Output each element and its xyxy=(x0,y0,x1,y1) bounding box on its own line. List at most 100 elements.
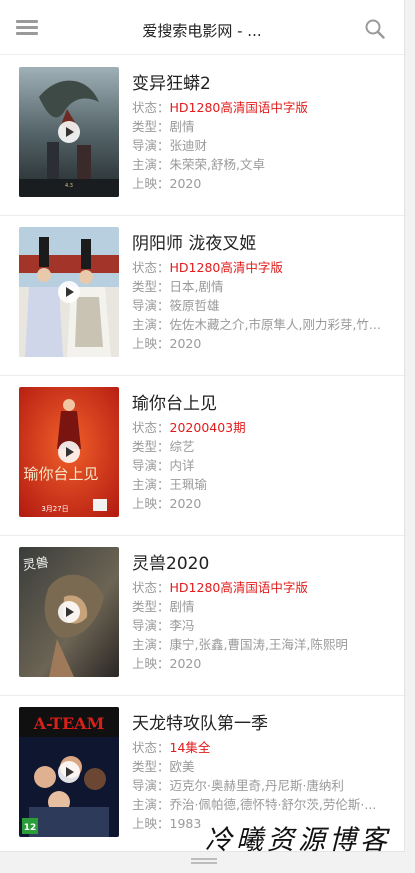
director-row: 导演：内详 xyxy=(132,456,394,475)
poster-caption: 4.3 xyxy=(65,183,73,189)
release-row: 上映：2020 xyxy=(132,174,394,193)
director-value: 李冯 xyxy=(169,618,195,633)
status-row: 状态：HD1280高清国语中字版 xyxy=(132,98,394,117)
director-row: 导演：李冯 xyxy=(132,616,394,635)
movie-poster[interactable]: A-TEAM 12 xyxy=(19,707,119,837)
status-value: 14集全 xyxy=(169,740,211,755)
status-row: 状态：HD1280高清中字版 xyxy=(132,258,394,277)
release-value: 1983 xyxy=(169,816,202,831)
cast-row: 主演：康宁,张鑫,曹国涛,王海洋,陈熙明 xyxy=(132,635,394,654)
movie-title[interactable]: 阴阳师 泷夜叉姬 xyxy=(132,231,394,257)
genre-label: 类型： xyxy=(132,759,170,774)
genre-value: 欧美 xyxy=(169,759,195,774)
watermark-text: 冷曦资源博客 xyxy=(205,825,391,856)
movie-poster[interactable]: 灵兽 xyxy=(19,547,119,677)
cast-label: 主演： xyxy=(132,797,170,812)
release-label: 上映： xyxy=(132,656,170,671)
release-value: 2020 xyxy=(169,336,202,351)
cast-value: 乔治·佩帕德,德怀特·舒尔茨,劳伦斯·... xyxy=(169,797,377,812)
status-row: 状态：HD1280高清国语中字版 xyxy=(132,578,394,597)
movie-poster[interactable]: 瑜你台上见 3月27日 xyxy=(19,387,119,517)
genre-label: 类型： xyxy=(132,439,170,454)
cast-row: 主演：乔治·佩帕德,德怀特·舒尔茨,劳伦斯·... xyxy=(132,795,394,814)
genre-value: 综艺 xyxy=(169,439,195,454)
release-row: 上映：2020 xyxy=(132,654,394,673)
status-row: 状态：14集全 xyxy=(132,738,394,757)
movie-info: 变异狂蟒2 状态：HD1280高清国语中字版 类型：剧情 导演：张迪财 主演：朱… xyxy=(132,71,394,193)
movie-title[interactable]: 变异狂蟒2 xyxy=(132,71,394,97)
cast-row: 主演：佐佐木藏之介,市原隼人,刚力彩芽,竹... xyxy=(132,315,394,334)
director-value: 迈克尔·奥赫里奇,丹尼斯·唐纳利 xyxy=(169,778,344,793)
list-item[interactable]: 阴阳师 泷夜叉姬 状态：HD1280高清中字版 类型：日本,剧情 导演：筱原哲雄… xyxy=(0,215,404,376)
play-icon[interactable] xyxy=(58,281,80,303)
movie-info: 天龙特攻队第一季 状态：14集全 类型：欧美 导演：迈克尔·奥赫里奇,丹尼斯·唐… xyxy=(132,711,394,833)
movie-title[interactable]: 灵兽2020 xyxy=(132,551,394,577)
list-item[interactable]: 4.3 变异狂蟒2 状态：HD1280高清国语中字版 类型：剧情 导演：张迪财 … xyxy=(0,55,404,216)
genre-row: 类型：综艺 xyxy=(132,437,394,456)
movie-info: 阴阳师 泷夜叉姬 状态：HD1280高清中字版 类型：日本,剧情 导演：筱原哲雄… xyxy=(132,231,394,353)
genre-label: 类型： xyxy=(132,119,170,134)
director-label: 导演： xyxy=(132,458,170,473)
movie-poster[interactable] xyxy=(19,227,119,357)
genre-label: 类型： xyxy=(132,279,170,294)
status-row: 状态：20200403期 xyxy=(132,418,394,437)
poster-title: A-TEAM xyxy=(33,714,105,733)
release-label: 上映： xyxy=(132,336,170,351)
genre-row: 类型：日本,剧情 xyxy=(132,277,394,296)
search-icon[interactable] xyxy=(364,18,386,40)
director-value: 筱原哲雄 xyxy=(169,298,220,313)
app-header: 爱搜索电影网 - ... xyxy=(0,0,404,55)
poster-title: 瑜你台上见 xyxy=(23,465,98,483)
page: 爱搜索电影网 - ... 4.3 变异狂蟒2 状态：HD1280高清国语中字版 … xyxy=(0,0,405,852)
genre-value: 剧情 xyxy=(169,599,195,614)
status-label: 状态： xyxy=(132,260,170,275)
status-label: 状态： xyxy=(132,420,170,435)
director-value: 内详 xyxy=(169,458,195,473)
cast-row: 主演：王珮瑜 xyxy=(132,475,394,494)
status-value: HD1280高清国语中字版 xyxy=(169,100,308,115)
genre-value: 日本,剧情 xyxy=(169,279,224,294)
list-item[interactable]: 灵兽 灵兽2020 状态：HD1280高清国语中字版 类型：剧情 导演：李冯 主… xyxy=(0,535,404,696)
movie-title[interactable]: 瑜你台上见 xyxy=(132,391,394,417)
cast-label: 主演： xyxy=(132,637,170,652)
director-value: 张迪财 xyxy=(169,138,208,153)
poster-rating: 12 xyxy=(24,823,37,833)
menu-icon[interactable] xyxy=(16,20,38,36)
genre-label: 类型： xyxy=(132,599,170,614)
list-item[interactable]: 瑜你台上见 3月27日 瑜你台上见 状态：20200403期 类型：综艺 导演：… xyxy=(0,375,404,536)
genre-row: 类型：剧情 xyxy=(132,117,394,136)
release-row: 上映：2020 xyxy=(132,334,394,353)
status-value: HD1280高清国语中字版 xyxy=(169,580,308,595)
director-label: 导演： xyxy=(132,618,170,633)
status-value: 20200403期 xyxy=(169,420,246,435)
release-value: 2020 xyxy=(169,176,202,191)
movie-poster[interactable]: 4.3 xyxy=(19,67,119,197)
genre-row: 类型：剧情 xyxy=(132,597,394,616)
director-row: 导演：筱原哲雄 xyxy=(132,296,394,315)
genre-value: 剧情 xyxy=(169,119,195,134)
cast-row: 主演：朱荣荣,舒杨,文卓 xyxy=(132,155,394,174)
play-icon[interactable] xyxy=(58,121,80,143)
play-icon[interactable] xyxy=(58,601,80,623)
release-label: 上映： xyxy=(132,816,170,831)
poster-date: 3月27日 xyxy=(41,505,68,513)
release-label: 上映： xyxy=(132,176,170,191)
movie-info: 瑜你台上见 状态：20200403期 类型：综艺 导演：内详 主演：王珮瑜 上映… xyxy=(132,391,394,513)
release-value: 2020 xyxy=(169,656,202,671)
genre-row: 类型：欧美 xyxy=(132,757,394,776)
cast-value: 佐佐木藏之介,市原隼人,刚力彩芽,竹... xyxy=(169,317,381,332)
status-value: HD1280高清中字版 xyxy=(169,260,283,275)
movie-title[interactable]: 天龙特攻队第一季 xyxy=(132,711,394,737)
play-icon[interactable] xyxy=(58,761,80,783)
director-label: 导演： xyxy=(132,298,170,313)
cast-label: 主演： xyxy=(132,157,170,172)
status-label: 状态： xyxy=(132,740,170,755)
cast-value: 王珮瑜 xyxy=(169,477,208,492)
play-icon[interactable] xyxy=(58,441,80,463)
director-row: 导演：迈克尔·奥赫里奇,丹尼斯·唐纳利 xyxy=(132,776,394,795)
page-title: 爱搜索电影网 - ... xyxy=(142,22,262,40)
cast-value: 康宁,张鑫,曹国涛,王海洋,陈熙明 xyxy=(169,637,348,652)
cast-value: 朱荣荣,舒杨,文卓 xyxy=(169,157,265,172)
status-label: 状态： xyxy=(132,580,170,595)
movie-info: 灵兽2020 状态：HD1280高清国语中字版 类型：剧情 导演：李冯 主演：康… xyxy=(132,551,394,673)
